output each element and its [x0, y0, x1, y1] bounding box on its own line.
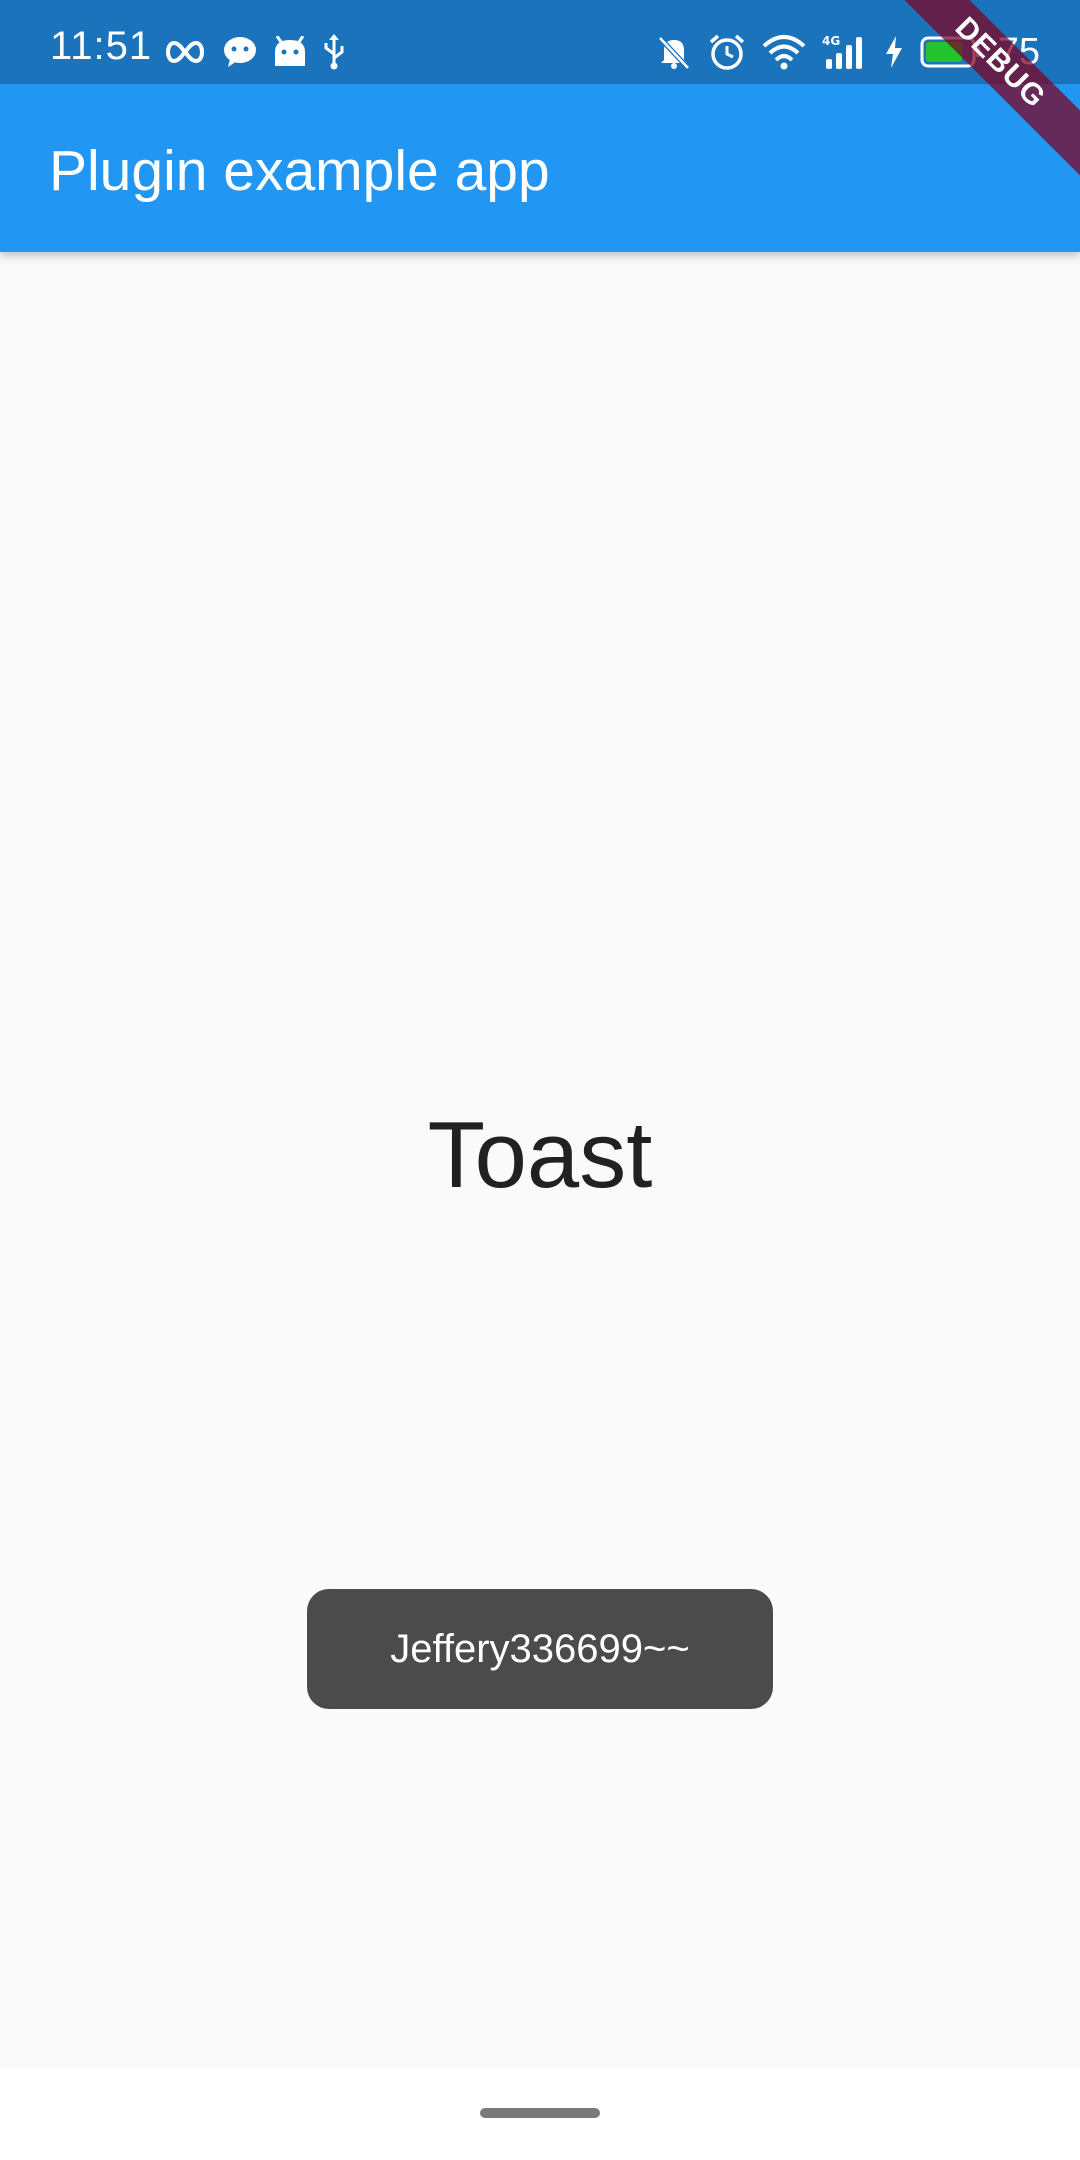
alarm-icon [708, 33, 746, 71]
signal-4g-icon: 4G [822, 33, 868, 71]
usb-icon [322, 34, 346, 70]
wifi-icon [762, 34, 806, 70]
android-icon [272, 36, 308, 68]
home-gesture-handle[interactable] [480, 2108, 600, 2118]
status-time: 11:51 [50, 24, 153, 68]
toast: Jeffery336699~~ [307, 1589, 773, 1709]
screen: 11:51 4G Plugin example app DEBUG Toast … [0, 0, 1080, 2160]
app-bar: Plugin example app [0, 84, 1080, 252]
chat-bubble-icon [222, 35, 258, 69]
charging-icon [884, 36, 904, 68]
status-left-icons [162, 32, 346, 72]
toast-message: Jeffery336699~~ [390, 1626, 690, 1671]
navigation-bar [0, 2068, 1080, 2160]
bell-off-icon [656, 34, 692, 70]
body-center-text: Toast [427, 1102, 653, 1207]
app-bar-title: Plugin example app [49, 139, 550, 203]
network-label: 4G [822, 34, 840, 48]
infinity-icon [162, 37, 208, 67]
